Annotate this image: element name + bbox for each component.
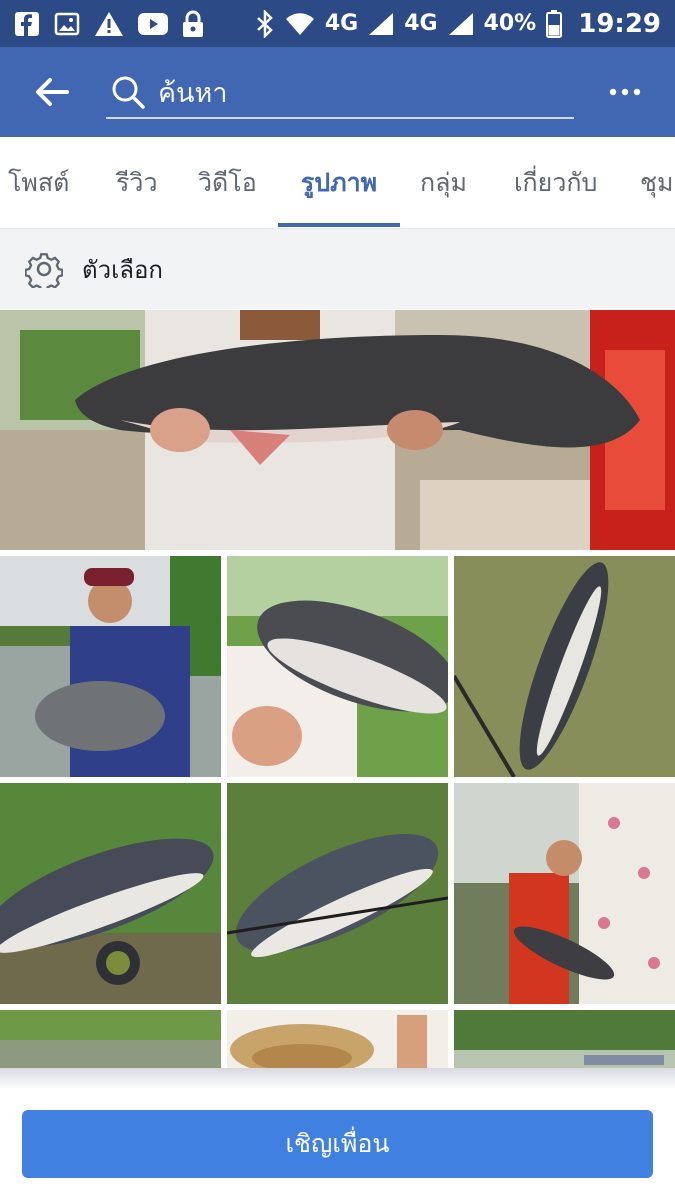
facebook-icon [14, 11, 40, 37]
gallery-icon [54, 12, 80, 36]
wifi-icon [285, 12, 315, 36]
search-input[interactable]: ค้นหา [106, 67, 574, 119]
tab-about[interactable]: เกี่ยวกับ [514, 137, 597, 228]
bluetooth-icon [255, 9, 275, 38]
tab-bar: โพสต์ รีวิว วิดีโอ รูปภาพ กลุ่ม เกี่ยวกั… [0, 137, 675, 229]
photo-6[interactable] [454, 783, 675, 1004]
more-options-button[interactable] [605, 77, 645, 107]
network-type-2: 4G [404, 11, 438, 36]
bottom-shadow [0, 1068, 675, 1090]
search-icon [108, 72, 148, 112]
gear-icon [24, 249, 64, 289]
tab-community[interactable]: ชุม [640, 137, 673, 228]
app-bar: ค้นหา [0, 47, 675, 137]
photo-4[interactable] [0, 783, 221, 1004]
more-dots-icon [609, 88, 641, 96]
options-row[interactable]: ตัวเลือก [0, 229, 675, 309]
tab-videos[interactable]: วิดีโอ [198, 137, 257, 228]
invite-friends-button[interactable]: เชิญเพื่อน [22, 1110, 653, 1178]
network-type-1: 4G [324, 11, 359, 36]
back-button[interactable] [22, 62, 82, 122]
tab-photos[interactable]: รูปภาพ [278, 137, 400, 228]
lock-icon [182, 10, 204, 38]
photo-1[interactable] [0, 556, 221, 777]
featured-photo[interactable] [0, 310, 675, 550]
signal-icon-2 [448, 12, 474, 36]
tab-reviews[interactable]: รีวิว [116, 137, 158, 228]
tab-posts[interactable]: โพสต์ [8, 137, 69, 228]
battery-percent: 40% [483, 11, 537, 36]
youtube-icon [138, 12, 168, 35]
photo-5[interactable] [227, 783, 448, 1004]
options-label: ตัวเลือก [82, 255, 163, 284]
status-bar: 4G 4G 40% 19:29 [0, 0, 675, 47]
back-arrow-icon [36, 78, 69, 106]
active-tab-indicator [278, 223, 400, 227]
battery-icon [546, 9, 563, 38]
clock: 19:29 [578, 8, 661, 39]
signal-icon [368, 12, 394, 36]
search-placeholder: ค้นหา [158, 77, 228, 109]
photo-2[interactable] [227, 556, 448, 777]
warning-icon [94, 11, 124, 37]
photo-3[interactable] [454, 556, 675, 777]
photo-9[interactable] [454, 1010, 675, 1070]
photo-8[interactable] [227, 1010, 448, 1070]
photo-7[interactable] [0, 1010, 221, 1070]
tab-groups[interactable]: กลุ่ม [420, 137, 467, 228]
